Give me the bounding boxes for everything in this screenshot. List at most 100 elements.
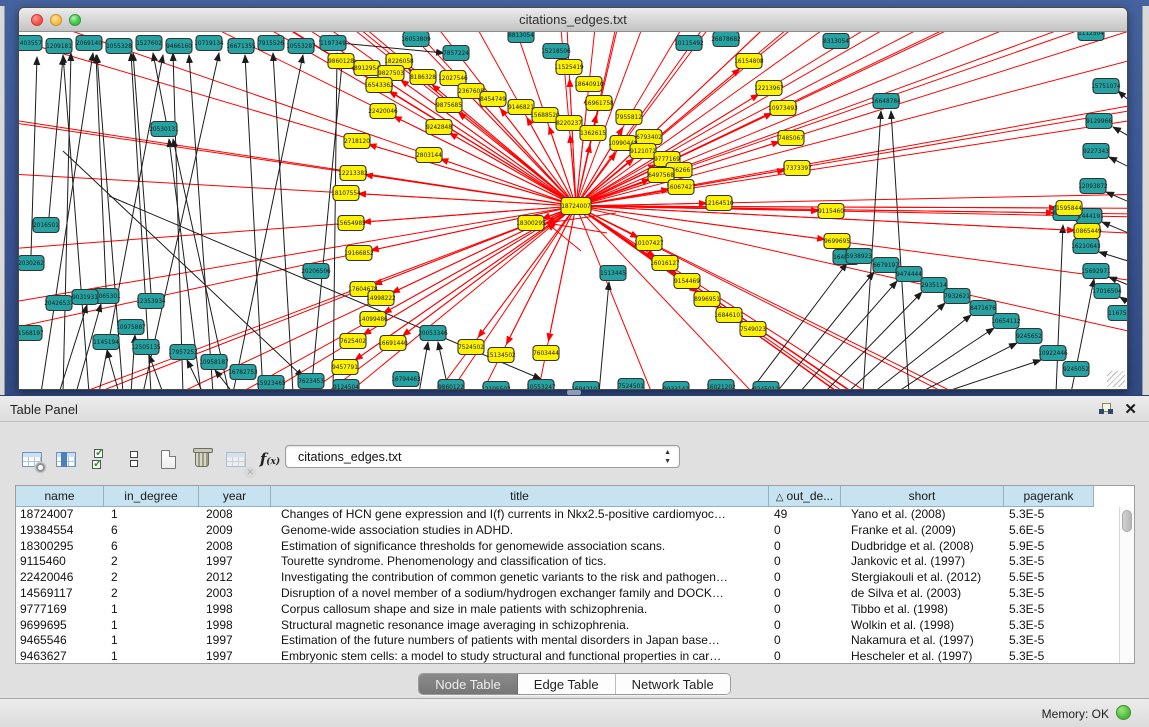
graph-node[interactable]: 1362615 <box>580 126 606 141</box>
cell[interactable]: 0 <box>769 554 841 570</box>
graph-node[interactable]: 12105503 <box>481 382 511 390</box>
graph-node[interactable]: 11568197 <box>19 326 44 341</box>
graph-node[interactable]: 22420046 <box>368 104 398 119</box>
cell[interactable]: 19384554 <box>16 523 104 539</box>
graph-node[interactable]: 1527602 <box>136 36 162 51</box>
graph-node[interactable]: 9860128 <box>328 54 354 69</box>
graph-node[interactable]: 19166852 <box>344 246 374 261</box>
cell[interactable]: Tibbo et al. (1998) <box>841 602 1004 618</box>
graph-node[interactable]: 9227343 <box>1083 144 1109 159</box>
graph-node[interactable]: 15134502 <box>486 348 516 363</box>
graph-node[interactable]: 14998222 <box>366 291 396 306</box>
column-header-short[interactable]: short <box>841 486 1004 507</box>
graph-node[interactable]: 9457791 <box>332 360 358 375</box>
graph-node[interactable]: 20530131 <box>149 122 179 137</box>
close-panel-icon[interactable]: ✕ <box>1124 400 1137 418</box>
cell[interactable]: Structural magnetic resonance image aver… <box>271 618 769 634</box>
cell[interactable]: 9699695 <box>16 618 104 634</box>
cell[interactable]: Wolkin et al. (1998) <box>841 618 1004 634</box>
cell[interactable]: 5.6E-5 <box>1004 523 1094 539</box>
cell[interactable]: 18300295 <box>16 539 104 555</box>
cell[interactable]: 0 <box>769 618 841 634</box>
cell[interactable]: Hescheler et al. (1997) <box>841 649 1004 663</box>
graph-node[interactable]: 17016504 <box>1092 284 1122 299</box>
graph-node[interactable]: 9124504 <box>333 380 359 390</box>
column-header-pagerank[interactable]: pagerank <box>1004 486 1094 507</box>
column-header-out_de[interactable]: △out_de... <box>769 486 841 507</box>
graph-node[interactable]: 2403557 <box>19 36 42 51</box>
table-row[interactable]: 1830029562008Estimation of significance … <box>16 539 1118 555</box>
graph-node[interactable]: 15218506 <box>541 44 571 59</box>
cell[interactable]: 0 <box>769 570 841 586</box>
graph-node[interactable]: 11525419 <box>554 60 584 75</box>
graph-node[interactable]: 17373397 <box>782 161 812 176</box>
graph-node[interactable]: 6679197 <box>873 258 899 273</box>
graph-node[interactable]: 9933142 <box>663 382 689 390</box>
cell[interactable]: Franke et al. (2009) <box>841 523 1004 539</box>
column-header-name[interactable]: name <box>16 486 104 507</box>
graph-node[interactable]: 8454749 <box>480 92 506 107</box>
graph-node[interactable]: 7915526 <box>258 36 284 51</box>
graph-node[interactable]: 7625402 <box>340 334 366 349</box>
cell[interactable]: 1 <box>104 507 199 523</box>
cell[interactable]: Jankovic et al. (1997) <box>841 554 1004 570</box>
cell[interactable]: 1 <box>104 618 199 634</box>
cell[interactable]: Yano et al. (2008) <box>841 507 1004 523</box>
cell[interactable]: 18724007 <box>16 507 104 523</box>
cell[interactable]: 5.3E-5 <box>1004 649 1094 663</box>
cell[interactable]: 6 <box>104 523 199 539</box>
cell[interactable]: Investigating the contribution of common… <box>271 570 769 586</box>
cell[interactable]: 14569117 <box>16 586 104 602</box>
graph-node[interactable]: 14099486 <box>358 312 388 327</box>
cell[interactable]: 1998 <box>199 618 271 634</box>
graph-node[interactable]: 9860122 <box>438 380 464 390</box>
table-row[interactable]: 977716911998Corpus callosum shape and si… <box>16 602 1118 618</box>
graph-node[interactable]: 7955812 <box>616 110 642 125</box>
column-header-title[interactable]: title <box>271 486 769 507</box>
graph-node[interactable]: 18300295 <box>516 216 546 231</box>
cell[interactable]: 5.3E-5 <box>1004 586 1094 602</box>
graph-node[interactable]: 1145194 <box>93 335 119 350</box>
cell[interactable]: 1997 <box>199 649 271 663</box>
delete-rows-icon[interactable] <box>185 445 219 473</box>
cell[interactable]: Estimation of significance thresholds fo… <box>271 539 769 555</box>
tab-edge-table[interactable]: Edge Table <box>518 674 616 694</box>
graph-node[interactable]: 12164510 <box>704 196 734 211</box>
graph-node[interactable]: 8813054 <box>508 32 534 43</box>
cell[interactable]: 1997 <box>199 554 271 570</box>
graph-node[interactable]: 16794463 <box>391 372 421 387</box>
graph-node[interactable]: 9121072 <box>630 144 656 159</box>
cell[interactable]: 2003 <box>199 586 271 602</box>
cell[interactable]: 0 <box>769 633 841 649</box>
scrollbar-thumb[interactable] <box>1122 510 1132 532</box>
graph-node[interactable]: 7932621 <box>944 289 970 304</box>
right-panel-edge[interactable] <box>1142 6 1149 395</box>
cell[interactable]: Stergiakouli et al. (2012) <box>841 570 1004 586</box>
graph-node[interactable]: 10719134 <box>194 36 224 51</box>
graph-node[interactable]: 8186328 <box>410 70 436 85</box>
graph-node[interactable]: 18640910 <box>574 77 604 92</box>
graph-node[interactable]: 15751074 <box>1091 79 1121 94</box>
graph-node[interactable]: 12213382 <box>338 166 368 181</box>
graph-node[interactable]: 12213967 <box>754 81 784 96</box>
graph-node[interactable]: 9129966 <box>1086 114 1112 129</box>
graph-node[interactable]: 16961758 <box>584 96 614 111</box>
graph-node[interactable]: 9115460 <box>818 204 844 219</box>
cell[interactable]: Disruption of a novel member of a sodium… <box>271 586 769 602</box>
graph-node[interactable]: 9466160 <box>166 39 192 54</box>
graph-node[interactable]: 20206506 <box>301 264 331 279</box>
graph-node[interactable]: 15923465 <box>256 376 286 390</box>
graph-node[interactable]: 7623453 <box>298 374 324 389</box>
graph-node[interactable]: 16648784 <box>871 94 901 109</box>
cell[interactable]: Embryonic stem cells: a model to study s… <box>271 649 769 663</box>
graph-node[interactable]: 9875685 <box>436 98 462 113</box>
graph-node[interactable]: 8912954 <box>354 61 380 76</box>
graph-node[interactable]: 5938923 <box>846 249 872 264</box>
cell[interactable]: 5.3E-5 <box>1004 554 1094 570</box>
graph-node[interactable]: 12353934 <box>136 294 166 309</box>
graph-node[interactable]: 9245052 <box>1063 362 1089 377</box>
table-row[interactable]: 1938455462009Genome-wide association stu… <box>16 523 1118 539</box>
cell[interactable]: 5.3E-5 <box>1004 602 1094 618</box>
cell[interactable]: 9465546 <box>16 633 104 649</box>
cell[interactable]: Dudbridge et al. (2008) <box>841 539 1004 555</box>
